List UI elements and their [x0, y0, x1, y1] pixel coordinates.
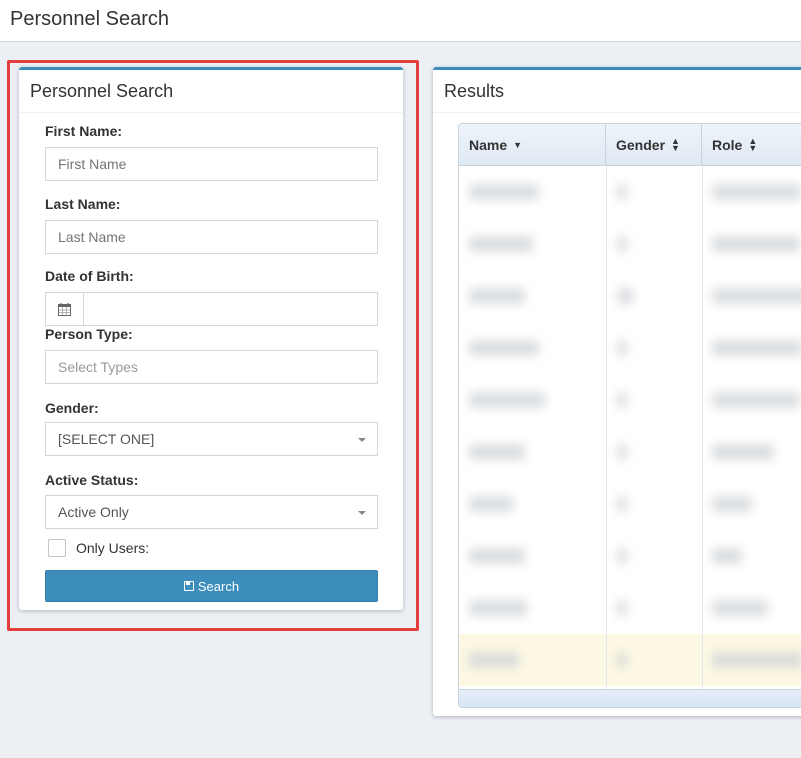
page-header: Personnel Search	[0, 0, 801, 42]
redacted-cell	[469, 444, 525, 460]
redacted-cell	[617, 548, 627, 564]
redacted-cell	[712, 288, 801, 304]
dob-calendar-button[interactable]	[46, 293, 84, 325]
table-row[interactable]	[459, 322, 801, 374]
table-row[interactable]	[459, 530, 801, 582]
redacted-cell	[469, 288, 525, 304]
redacted-cell	[617, 288, 633, 304]
sort-desc-icon: ▼	[513, 139, 523, 150]
column-divider	[606, 166, 607, 689]
table-footer	[459, 689, 801, 707]
table-row[interactable]	[459, 218, 801, 270]
redacted-cell	[712, 652, 801, 668]
redacted-cell	[712, 340, 801, 356]
redacted-cell	[469, 548, 525, 564]
sort-icon: ▲ ▼	[748, 136, 758, 153]
redacted-cell	[712, 600, 768, 616]
sort-icon: ▲ ▼	[671, 136, 680, 153]
redacted-cell	[712, 392, 800, 408]
dob-label: Date of Birth:	[45, 268, 134, 284]
active-status-label: Active Status:	[45, 472, 139, 488]
redacted-cell	[617, 184, 627, 200]
table-row[interactable]	[459, 582, 801, 634]
table-row[interactable]	[459, 374, 801, 426]
only-users-label: Only Users:	[76, 540, 150, 556]
last-name-input[interactable]	[45, 220, 378, 254]
table-row[interactable]	[459, 270, 801, 322]
redacted-cell	[469, 496, 513, 512]
last-name-label: Last Name:	[45, 196, 121, 212]
first-name-input[interactable]	[45, 147, 378, 181]
redacted-cell	[469, 184, 539, 200]
gender-select[interactable]: [SELECT ONE]	[45, 422, 378, 456]
redacted-cell	[469, 236, 533, 252]
redacted-cell	[617, 444, 627, 460]
person-type-label: Person Type:	[45, 326, 133, 342]
table-row[interactable]	[459, 426, 801, 478]
column-divider	[702, 166, 703, 689]
calendar-icon	[58, 302, 71, 316]
column-header-gender[interactable]: Gender ▲ ▼	[606, 124, 702, 166]
active-status-select[interactable]: Active Only	[45, 495, 378, 529]
active-status-selected-value: Active Only	[58, 504, 129, 520]
search-panel: Personnel Search First Name: Last Name: …	[19, 67, 403, 610]
redacted-cell	[712, 236, 800, 252]
redacted-cell	[617, 600, 627, 616]
table-row[interactable]	[459, 166, 801, 218]
redacted-cell	[617, 392, 627, 408]
save-icon	[183, 581, 194, 591]
results-panel-title: Results	[433, 70, 801, 113]
search-panel-title: Personnel Search	[19, 70, 403, 113]
table-header: Name ▼ Gender ▲ ▼ Role ▲ ▼	[459, 124, 801, 166]
chevron-down-icon	[358, 438, 366, 442]
redacted-cell	[469, 340, 539, 356]
only-users-row: Only Users:	[48, 539, 149, 557]
results-table: Name ▼ Gender ▲ ▼ Role ▲ ▼	[458, 123, 801, 708]
page-title: Personnel Search	[10, 8, 169, 30]
redacted-cell	[617, 652, 627, 668]
first-name-label: First Name:	[45, 123, 123, 139]
redacted-cell	[617, 340, 627, 356]
redacted-cell	[712, 496, 752, 512]
redacted-cell	[712, 184, 801, 200]
dob-field[interactable]	[45, 292, 378, 326]
redacted-cell	[617, 496, 627, 512]
chevron-down-icon	[358, 511, 366, 515]
gender-selected-value: [SELECT ONE]	[58, 431, 155, 447]
redacted-cell	[469, 600, 527, 616]
redacted-cell	[469, 652, 519, 668]
redacted-cell	[469, 392, 545, 408]
column-header-role[interactable]: Role ▲ ▼	[702, 124, 801, 166]
person-type-select[interactable]: Select Types	[45, 350, 378, 384]
column-header-name[interactable]: Name ▼	[459, 124, 606, 166]
table-row[interactable]	[459, 634, 801, 686]
search-button-label: Search	[197, 578, 240, 594]
redacted-cell	[712, 548, 742, 564]
gender-label: Gender:	[45, 400, 99, 416]
only-users-checkbox[interactable]	[48, 539, 66, 557]
redacted-cell	[617, 236, 627, 252]
results-panel: Results Name ▼ Gender ▲ ▼ Role ▲ ▼	[433, 67, 801, 716]
redacted-cell	[712, 444, 774, 460]
search-button[interactable]: Search	[45, 570, 378, 602]
table-row[interactable]	[459, 478, 801, 530]
